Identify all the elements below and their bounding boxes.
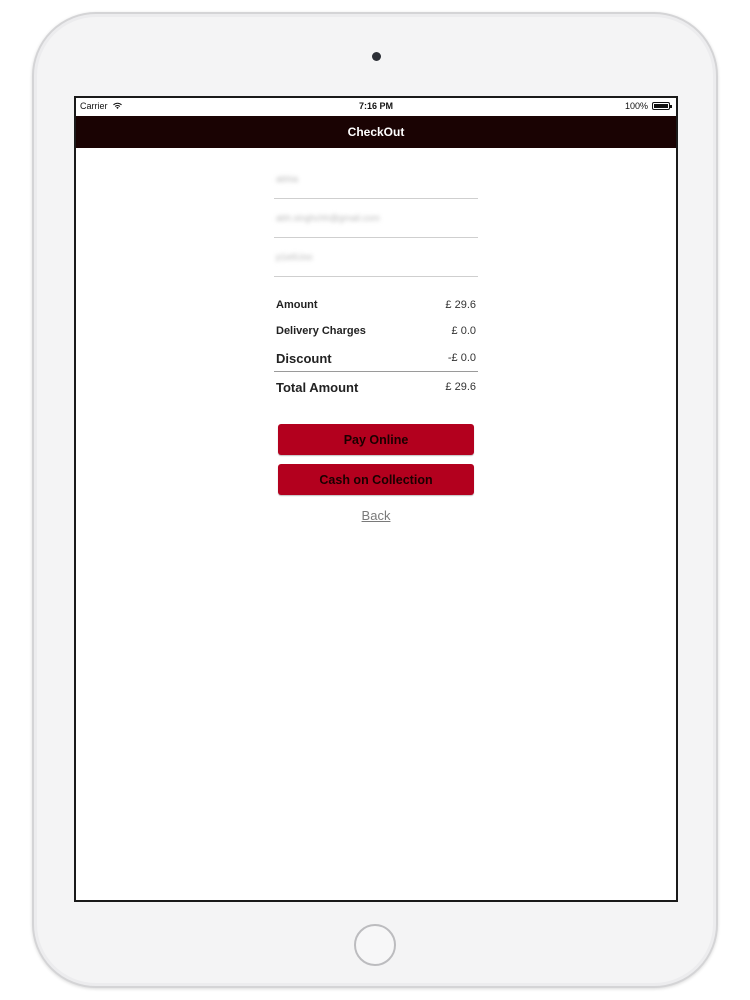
page-title: CheckOut [347,125,405,139]
order-totals: Amount £ 29.6 Delivery Charges £ 0.0 Dis… [274,293,478,402]
delivery-label: Delivery Charges [276,325,366,337]
total-label: Total Amount [276,379,359,395]
email-field-value: abh.singhchh@gmail.com [276,213,380,223]
amount-row: Amount £ 29.6 [274,293,478,317]
amount-label: Amount [276,299,318,311]
delivery-row: Delivery Charges £ 0.0 [274,317,478,345]
cash-on-collection-button[interactable]: Cash on Collection [278,464,474,495]
discount-row: Discount -£ 0.0 [274,345,478,372]
battery-fill [654,104,668,108]
battery-icon [652,102,672,110]
checkout-form: abhia abh.singhchh@gmail.com p1e6Uoo Amo… [274,148,478,523]
name-field-value: abhia [276,174,299,184]
email-field[interactable]: abh.singhchh@gmail.com [274,199,478,238]
discount-label: Discount [276,350,332,366]
discount-value: -£ 0.0 [447,352,476,364]
camera-icon [372,52,381,61]
home-button[interactable] [354,924,396,966]
total-row: Total Amount £ 29.6 [274,372,478,402]
back-link[interactable]: Back [274,508,478,523]
battery-percent: 100% [624,101,648,111]
total-value: £ 29.6 [445,381,476,393]
delivery-value: £ 0.0 [451,325,476,337]
postcode-field[interactable]: p1e6Uoo [274,238,478,277]
nav-bar: CheckOut [76,116,676,148]
name-field[interactable]: abhia [274,160,478,199]
postcode-field-value: p1e6Uoo [276,252,313,262]
pay-online-button[interactable]: Pay Online [278,424,474,455]
app-screen: Carrier 7:16 PM 100% CheckOut abhia abh.… [74,96,678,902]
status-bar: Carrier 7:16 PM 100% [76,98,676,116]
status-time: 7:16 PM [358,101,393,111]
amount-value: £ 29.6 [445,299,476,311]
